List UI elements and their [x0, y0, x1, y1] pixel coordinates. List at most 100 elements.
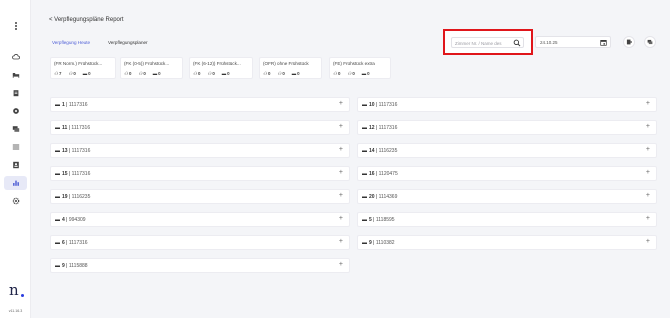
bed-icon: ▬ — [362, 148, 367, 154]
date-picker[interactable]: 24.10.25 — [535, 36, 611, 48]
messages-icon — [647, 39, 653, 45]
bed-icon: ▬ — [152, 71, 158, 76]
expand-plus-icon[interactable]: + — [339, 123, 343, 130]
room-card[interactable]: ▬ 19 | 1116235 + — [50, 189, 350, 204]
adults-icon: ⚇ — [193, 71, 197, 76]
export-button[interactable] — [623, 36, 635, 48]
expand-plus-icon[interactable]: + — [339, 169, 343, 176]
bed-icon: ▬ — [361, 71, 367, 76]
summary-stat-children: ⚇0 — [68, 71, 76, 76]
room-card[interactable]: ▬ 11 | 1117316 + — [50, 120, 350, 135]
summary-card: (FK (0-5)) Frühstück... ⚇0 ⚇0 ▬0 — [120, 57, 183, 79]
room-booking-id: 1116235 — [378, 148, 398, 154]
children-icon: ⚇ — [207, 71, 212, 76]
summary-stat-rooms: ▬0 — [361, 71, 370, 76]
room-booking-id: 1117316 — [378, 125, 398, 131]
chat-icon[interactable] — [4, 122, 27, 136]
bed-icon: ▬ — [362, 194, 367, 200]
expand-plus-icon[interactable]: + — [339, 261, 343, 268]
bed-icon: ▬ — [55, 240, 60, 246]
bed-icon[interactable] — [4, 68, 27, 82]
room-card[interactable]: ▬ 4 | 994309 + — [50, 212, 350, 227]
eye-icon[interactable] — [4, 104, 27, 118]
expand-plus-icon[interactable]: + — [646, 215, 650, 222]
expand-plus-icon[interactable]: + — [646, 100, 650, 107]
expand-plus-icon[interactable]: + — [646, 146, 650, 153]
room-number: 13 — [62, 148, 68, 154]
room-card[interactable]: ▬ 20 | 1114369 + — [357, 189, 657, 204]
summary-stat-adults: ⚇7 — [54, 71, 62, 76]
expand-plus-icon[interactable]: + — [646, 238, 650, 245]
room-card[interactable]: ▬ 14 | 1116235 + — [357, 143, 657, 158]
summary-title: (FK (6-12)) Frühstück... — [193, 61, 241, 66]
expand-plus-icon[interactable]: + — [339, 215, 343, 222]
summary-stat-rooms: ▬0 — [291, 71, 300, 76]
room-booking-id: 1117316 — [71, 148, 91, 154]
room-card[interactable]: ▬ 5 | 1118595 + — [357, 212, 657, 227]
expand-plus-icon[interactable]: + — [646, 169, 650, 176]
chart-icon[interactable] — [4, 176, 27, 190]
summary-stat-children: ⚇0 — [347, 71, 355, 76]
messages-button[interactable] — [644, 36, 656, 48]
room-card[interactable]: ▬ 10 | 1117316 + — [357, 97, 657, 112]
summary-title: (FE) Frühstück extra — [333, 61, 375, 66]
bed-icon: ▬ — [362, 102, 367, 108]
room-booking-id: 1117316 — [71, 171, 91, 177]
export-icon — [626, 39, 632, 45]
summary-card: (FK (6-12)) Frühstück... ⚇0 ⚇0 ▬0 — [189, 57, 253, 79]
summary-stat-children: ⚇0 — [138, 71, 146, 76]
adults-icon: ⚇ — [263, 71, 267, 76]
room-card[interactable]: ▬ 13 | 1117316 + — [50, 143, 350, 158]
back-link[interactable]: < Verpflegungspläne Report — [49, 17, 124, 23]
room-card[interactable]: ▬ 9 | 1110382 + — [357, 235, 657, 250]
expand-plus-icon[interactable]: + — [339, 238, 343, 245]
search-input[interactable] — [455, 39, 511, 47]
expand-plus-icon[interactable]: + — [646, 123, 650, 130]
bed-icon: ▬ — [362, 240, 367, 246]
cloud-icon[interactable] — [4, 50, 27, 64]
tab-verpflegungsplaner[interactable]: Verpflegungsplaner — [108, 40, 148, 45]
bed-icon: ▬ — [55, 194, 60, 200]
gear-icon[interactable] — [4, 194, 27, 208]
room-number: 15 — [62, 171, 68, 177]
summary-stat-children: ⚇0 — [277, 71, 285, 76]
summary-title: (OFR) ohne Frühstück — [263, 61, 309, 66]
room-booking-id: 994309 — [68, 217, 86, 223]
bed-icon: ▬ — [55, 217, 60, 223]
room-number: 14 — [369, 148, 375, 154]
menu-dots-icon[interactable] — [14, 22, 17, 30]
calendar-icon[interactable] — [600, 39, 607, 46]
bed-icon: ▬ — [55, 102, 60, 108]
summary-stat-adults: ⚇0 — [124, 71, 132, 76]
room-card[interactable]: ▬ 1 | 1117316 + — [50, 97, 350, 112]
tab-verpflegung-heute[interactable]: Verpflegung Heute — [52, 40, 90, 45]
sidebar: n v11.16.3 — [0, 0, 31, 318]
children-icon: ⚇ — [277, 71, 282, 76]
room-number: 4 — [62, 217, 65, 223]
expand-plus-icon[interactable]: + — [339, 100, 343, 107]
summary-stat-rooms: ▬0 — [221, 71, 230, 76]
expand-plus-icon[interactable]: + — [339, 192, 343, 199]
bed-icon: ▬ — [55, 125, 60, 131]
room-card[interactable]: ▬ 15 | 1117316 + — [50, 166, 350, 181]
room-booking-id: 1117316 — [71, 125, 91, 131]
summary-stat-rooms: ▬0 — [82, 71, 91, 76]
room-card[interactable]: ▬ 6 | 1117316 + — [50, 235, 350, 250]
summary-stat-adults: ⚇0 — [193, 71, 201, 76]
clipboard-icon[interactable] — [4, 86, 27, 100]
summary-card: (FR Norm.) Frühstück... ⚇7 ⚇0 ▬0 — [50, 57, 116, 79]
expand-plus-icon[interactable]: + — [646, 192, 650, 199]
bed-icon: ▬ — [55, 171, 60, 177]
room-card[interactable]: ▬ 12 | 1117316 + — [357, 120, 657, 135]
room-card[interactable]: ▬ 9 | 1115888 + — [50, 258, 350, 273]
search-icon[interactable] — [513, 39, 521, 47]
room-card[interactable]: ▬ 16 | 1120475 + — [357, 166, 657, 181]
room-booking-id: 1110382 — [375, 240, 395, 246]
contact-icon[interactable] — [4, 158, 27, 172]
adults-icon: ⚇ — [333, 71, 337, 76]
expand-plus-icon[interactable]: + — [339, 146, 343, 153]
bed-icon: ▬ — [291, 71, 297, 76]
list-icon[interactable] — [4, 140, 27, 154]
room-booking-id: 1117316 — [68, 240, 88, 246]
room-booking-id: 1118595 — [375, 217, 395, 223]
